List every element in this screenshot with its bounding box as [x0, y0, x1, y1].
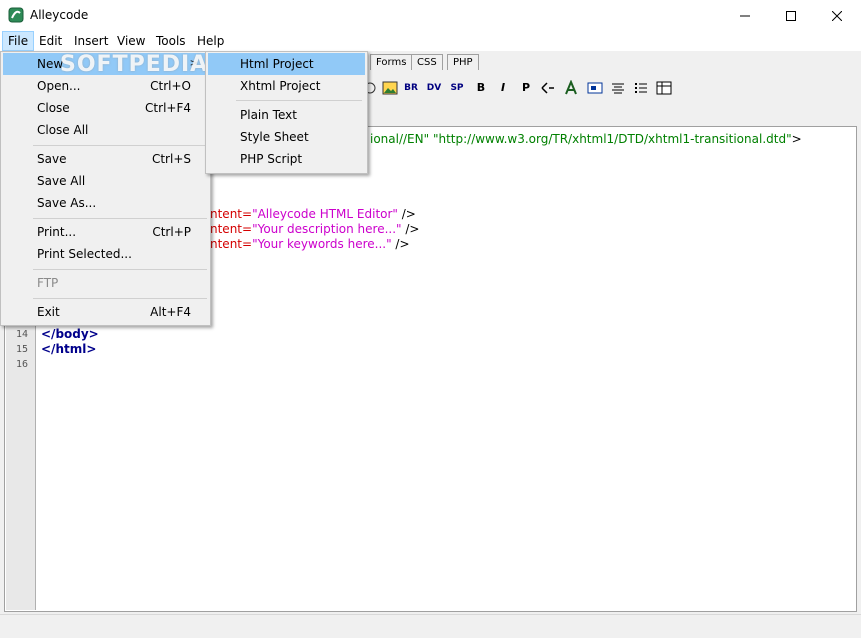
code-line-meta-description: ntent="Your description here..." /> [210, 222, 420, 236]
code-line-body-close: </body> [41, 327, 99, 341]
menu-help[interactable]: Help [192, 31, 229, 51]
file-menu: New > Open... Ctrl+O Close Ctrl+F4 Close Al… [0, 51, 211, 326]
paragraph-button[interactable]: P [518, 80, 534, 96]
menu-item-print[interactable]: Print... Ctrl+P [3, 221, 208, 243]
font-color-icon[interactable] [563, 80, 579, 96]
menu-item-open[interactable]: Open... Ctrl+O [3, 75, 208, 97]
tab-css[interactable]: CSS [411, 54, 443, 70]
menu-bar: File Edit Insert View Tools Help [0, 31, 861, 52]
menu-separator [33, 218, 207, 219]
menu-item-save-as[interactable]: Save As... [3, 192, 208, 214]
menu-file[interactable]: File [2, 31, 35, 51]
form-icon[interactable] [587, 80, 603, 96]
menu-view[interactable]: View [112, 31, 150, 51]
app-icon [8, 7, 24, 23]
watermark: SOFTPEDIA [60, 52, 209, 77]
code-line-meta-generator: ntent="Alleycode HTML Editor" /> [210, 207, 416, 221]
menu-item-save[interactable]: Save Ctrl+S [3, 148, 208, 170]
tab-php[interactable]: PHP [447, 54, 479, 70]
line-number: 15 [15, 344, 28, 355]
title-bar: Alleycode [0, 0, 861, 31]
bold-button[interactable]: B [473, 80, 489, 96]
menu-edit[interactable]: Edit [34, 31, 67, 51]
menu-separator [33, 298, 207, 299]
maximize-button[interactable] [768, 0, 814, 31]
align-center-icon[interactable] [610, 80, 626, 96]
menu-item-print-selected[interactable]: Print Selected... [3, 243, 208, 265]
menu-item-close[interactable]: Close Ctrl+F4 [3, 97, 208, 119]
minimize-button[interactable] [722, 0, 768, 31]
menu-item-save-all[interactable]: Save All [3, 170, 208, 192]
list-icon[interactable] [633, 80, 649, 96]
tab-forms[interactable]: Forms [370, 54, 413, 70]
menu-item-exit[interactable]: Exit Alt+F4 [3, 301, 208, 323]
menu-separator [33, 145, 207, 146]
comment-icon[interactable] [540, 80, 556, 96]
menu-separator [33, 269, 207, 270]
div-button[interactable]: DV [426, 80, 442, 96]
close-button[interactable] [814, 0, 860, 31]
menu-separator [236, 100, 362, 101]
code-line-html-close: </html> [41, 342, 97, 356]
submenu-item-xhtml-project[interactable]: Xhtml Project [208, 75, 365, 97]
italic-button[interactable]: I [495, 80, 511, 96]
menu-item-close-all[interactable]: Close All [3, 119, 208, 141]
image-icon[interactable] [382, 80, 398, 96]
line-number: 14 [15, 329, 28, 340]
submenu-item-style-sheet[interactable]: Style Sheet [208, 126, 365, 148]
menu-insert[interactable]: Insert [69, 31, 113, 51]
span-button[interactable]: SP [449, 80, 465, 96]
code-line-meta-keywords: ntent="Your keywords here..." /> [210, 237, 410, 251]
new-submenu: Html Project Xhtml Project Plain Text St… [205, 51, 368, 174]
br-button[interactable]: BR [403, 80, 419, 96]
menu-tools[interactable]: Tools [151, 31, 191, 51]
menu-item-ftp: FTP [37, 276, 59, 290]
status-bar [0, 614, 861, 638]
table-icon[interactable] [656, 80, 672, 96]
submenu-item-php-script[interactable]: PHP Script [208, 148, 365, 170]
window-title: Alleycode [30, 8, 89, 22]
submenu-item-plain-text[interactable]: Plain Text [208, 104, 365, 126]
submenu-item-html-project[interactable]: Html Project [208, 53, 365, 75]
line-number: 16 [15, 359, 28, 370]
code-line-doctype: ional//EN" "http://www.w3.org/TR/xhtml1/… [370, 132, 802, 146]
